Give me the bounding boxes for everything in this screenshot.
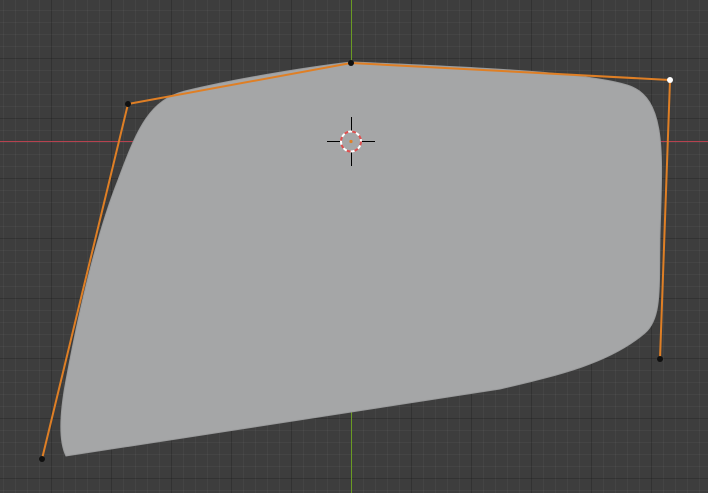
mesh-face[interactable] xyxy=(60,61,663,457)
control-vertex[interactable] xyxy=(125,101,131,107)
scene-canvas[interactable] xyxy=(0,0,708,493)
control-vertex[interactable] xyxy=(39,456,45,462)
control-vertex[interactable] xyxy=(348,60,354,66)
control-vertex[interactable] xyxy=(657,356,663,362)
selected-control-vertex[interactable] xyxy=(667,77,673,83)
viewport-3d[interactable] xyxy=(0,0,708,493)
